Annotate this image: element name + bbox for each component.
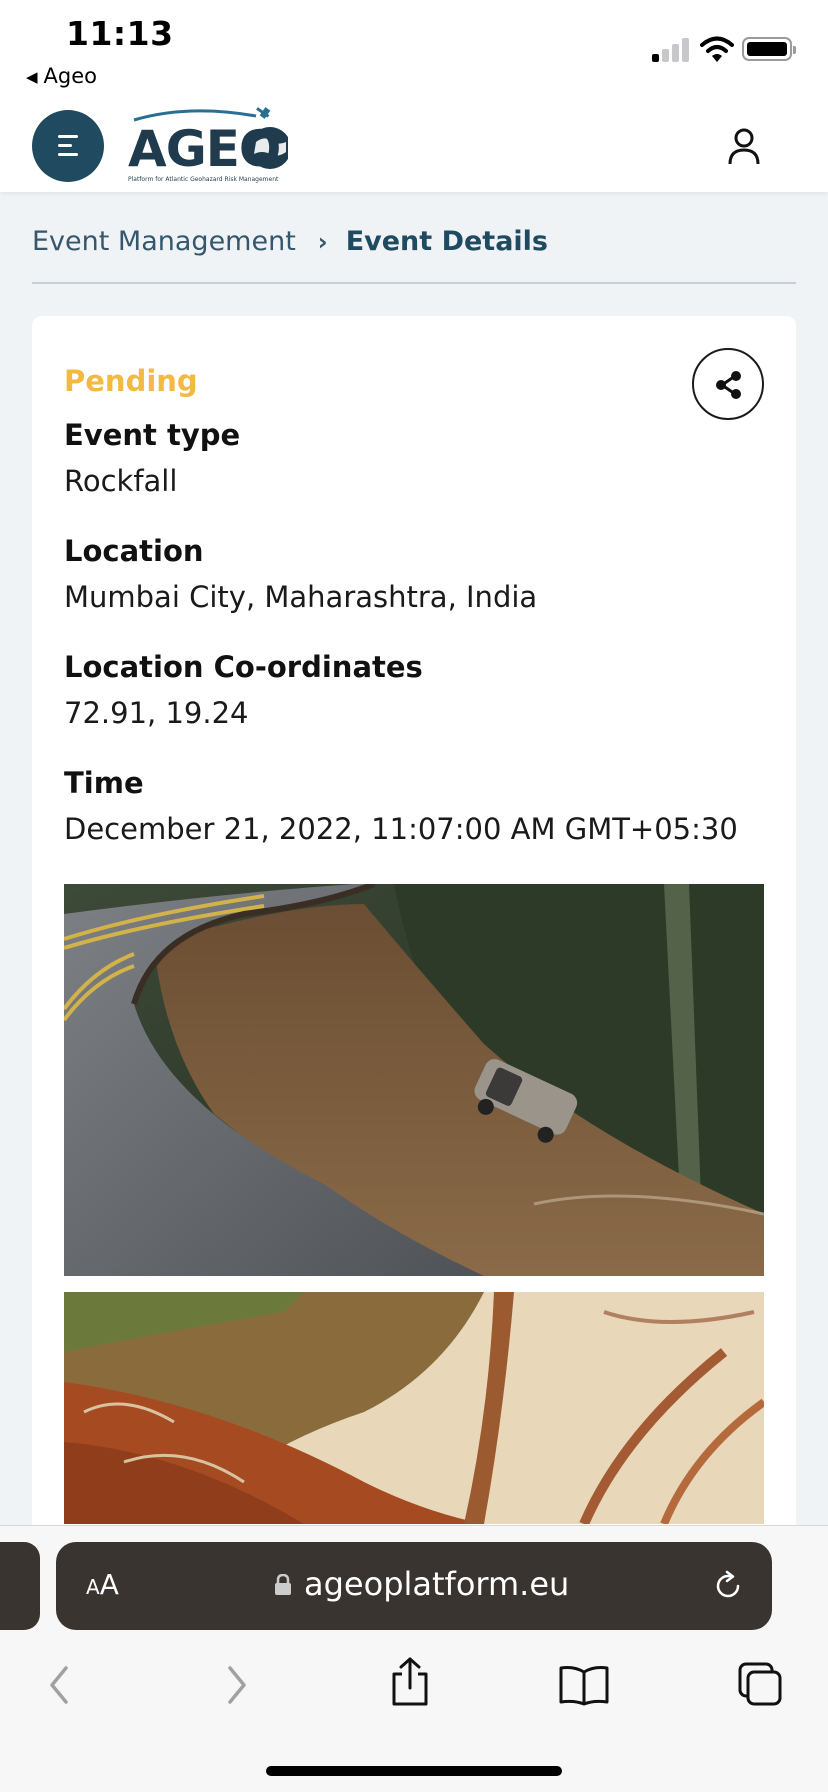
breadcrumb-divider [32, 282, 796, 284]
home-indicator [266, 1766, 562, 1776]
url-text: ageoplatform.eu [304, 1565, 570, 1603]
share-button[interactable] [692, 348, 764, 420]
event-details-card: Pending Event type Rockfall Location Mum… [32, 316, 796, 1616]
share-sheet-icon[interactable] [388, 1656, 432, 1708]
event-type-value: Rockfall [64, 464, 178, 498]
logo-tagline: Platform for Atlantic Geohazard Risk Man… [128, 176, 279, 183]
location-label: Location [64, 534, 204, 568]
back-triangle-icon: ◀ [26, 68, 38, 86]
forward-icon[interactable] [222, 1664, 252, 1706]
lock-icon [275, 1574, 291, 1595]
coordinates-label: Location Co-ordinates [64, 650, 423, 684]
tabs-icon[interactable] [736, 1660, 784, 1708]
user-icon[interactable] [726, 126, 762, 166]
share-icon [716, 371, 741, 399]
breadcrumb: Event Management › Event Details [32, 226, 548, 257]
back-to-app-link[interactable]: ◀ Ageo [26, 64, 97, 88]
signal-icon [652, 38, 692, 62]
wifi-icon [700, 36, 734, 62]
breadcrumb-event-details: Event Details [345, 226, 549, 257]
status-time: 11:13 [66, 14, 174, 53]
breadcrumb-event-management[interactable]: Event Management [32, 226, 296, 257]
previous-tab-peek[interactable] [0, 1542, 40, 1630]
back-app-label: Ageo [43, 64, 98, 88]
status-badge: Pending [64, 364, 198, 398]
back-icon[interactable] [44, 1664, 74, 1706]
event-type-label: Event type [64, 418, 241, 452]
text-size-button[interactable]: AA [86, 1568, 119, 1601]
location-value: Mumbai City, Maharashtra, India [64, 580, 538, 614]
ageo-logo[interactable]: AGEO Platform for Atlantic Geohazard Ris… [128, 106, 288, 188]
reload-icon[interactable] [712, 1570, 744, 1602]
site-header: AGEO Platform for Atlantic Geohazard Ris… [0, 100, 828, 192]
bookmarks-icon[interactable] [558, 1664, 610, 1706]
coordinates-value: 72.91, 19.24 [64, 696, 249, 730]
breadcrumb-chevron-icon: › [317, 228, 328, 256]
status-bar: 11:13 ◀ Ageo [0, 0, 828, 100]
battery-icon [742, 37, 796, 61]
address-bar[interactable]: AA ageoplatform.eu [56, 1542, 772, 1630]
logo-wordmark: AGEO [128, 120, 281, 178]
event-photo-2[interactable] [64, 1292, 764, 1524]
time-label: Time [64, 766, 144, 800]
event-photo-1[interactable] [64, 884, 764, 1276]
time-value: December 21, 2022, 11:07:00 AM GMT+05:30 [64, 812, 738, 846]
menu-button[interactable] [32, 110, 104, 182]
browser-toolbar: AA ageoplatform.eu [0, 1525, 828, 1792]
